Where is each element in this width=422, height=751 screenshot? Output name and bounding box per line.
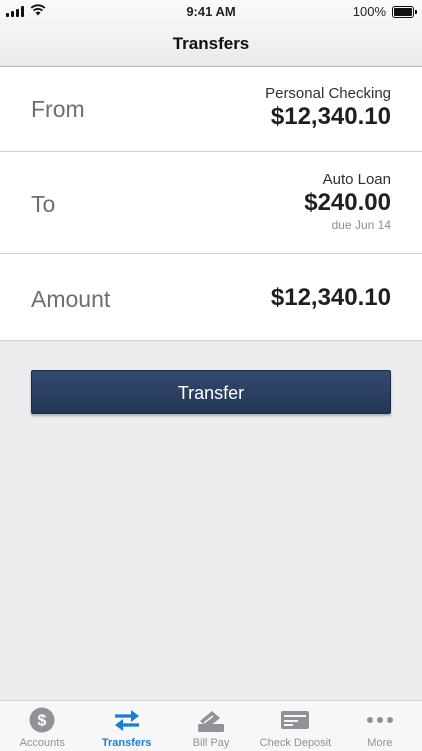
- page-title: Transfers: [0, 24, 422, 67]
- battery-percentage: 100%: [352, 4, 386, 19]
- tab-bar: $ Accounts Transfers Bill Pay Check Depo…: [0, 700, 422, 751]
- more-dots-icon: [366, 717, 393, 723]
- check-icon: [281, 711, 310, 729]
- tab-transfers[interactable]: Transfers: [84, 701, 168, 751]
- battery-icon: [392, 6, 417, 18]
- tab-accounts[interactable]: $ Accounts: [0, 701, 84, 751]
- to-due-date: due Jun 14: [331, 218, 391, 232]
- tab-more[interactable]: More: [338, 701, 422, 751]
- status-bar: 9:41 AM 100%: [0, 0, 422, 24]
- amount-value[interactable]: $12,340.10: [271, 284, 391, 312]
- amount-label: Amount: [31, 286, 111, 312]
- svg-text:$: $: [38, 713, 47, 730]
- to-amount-due: $240.00: [304, 189, 391, 216]
- transfer-arrows-icon: [114, 710, 139, 731]
- divider: [0, 340, 422, 341]
- dollar-circle-icon: $: [29, 707, 55, 733]
- to-account-row[interactable]: To Auto Loan $240.00 due Jun 14: [0, 152, 422, 253]
- tab-bill-pay[interactable]: Bill Pay: [169, 701, 253, 751]
- tab-check-deposit[interactable]: Check Deposit: [253, 701, 337, 751]
- to-account-name: Auto Loan: [322, 171, 391, 188]
- tab-label: Bill Pay: [192, 737, 230, 749]
- from-account-balance: $12,340.10: [270, 103, 391, 130]
- tab-label: Check Deposit: [259, 737, 332, 749]
- from-account-name: Personal Checking: [265, 85, 391, 102]
- tab-label: Accounts: [19, 737, 65, 749]
- to-label: To: [31, 191, 56, 217]
- amount-row[interactable]: Amount $12,340.10: [0, 254, 422, 340]
- tab-label: Transfers: [101, 737, 152, 749]
- tab-label: More: [367, 737, 393, 749]
- bill-pay-icon: [198, 711, 225, 732]
- transfer-button[interactable]: Transfer: [31, 370, 391, 414]
- from-label: From: [31, 96, 85, 122]
- from-account-row[interactable]: From Personal Checking $12,340.10: [0, 67, 422, 151]
